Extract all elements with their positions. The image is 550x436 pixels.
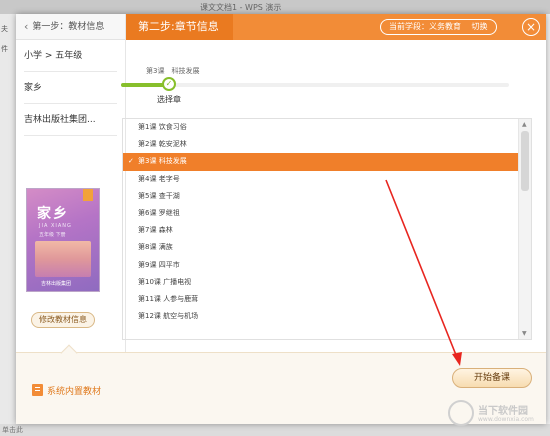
lesson-label: 第7课 [138,226,157,235]
lesson-row[interactable]: 第8课 满族 [123,239,519,256]
lesson-row[interactable]: 第6课 罗继祖 [123,205,519,222]
lesson-label: 第10课 [138,277,161,286]
lesson-label: 第12课 [138,312,161,321]
lesson-name: 广播电视 [163,277,192,286]
background-left-label: 夫 [1,25,8,33]
lesson-list-scrollbar[interactable]: ▲ ▼ [518,119,531,339]
lesson-name: 四平市 [158,260,180,269]
step2-label: 第二步:章节信息 [126,14,233,40]
lesson-name: 饮食习俗 [158,123,187,131]
progress-track [121,83,509,87]
scrollbar-thumb[interactable] [521,131,529,191]
lesson-name: 人参与鹿茸 [163,294,199,303]
watermark-title: 当下软件园 [478,406,528,417]
textbook-cover: 家乡 JIA XIANG 五年级 下册 吉林出版集团 [26,188,100,292]
lesson-name: 满族 [158,243,173,252]
book-grade: 五年级 下册 [39,232,66,238]
prepare-lesson-dialog: ‹ 第一步：教材信息 小学 > 五年级 家乡 吉林出版社集团... 家乡 JIA… [16,14,546,424]
lesson-row[interactable]: 第11课 人参与鹿茸 [123,291,519,308]
lesson-label: 第1课 [138,123,157,131]
scroll-down-icon[interactable]: ▼ [522,330,527,337]
lesson-row[interactable]: 第1课 饮食习俗 [123,119,519,136]
progress-caption: 选择章 [157,95,181,104]
lesson-label: 第3课 [138,157,157,166]
watermark-url: www.downxia.com [478,416,534,423]
book-publisher: 吉林出版集团 [41,281,72,287]
chevron-left-icon: ‹ [24,19,29,33]
lesson-list[interactable]: 第1课 饮食习俗 第2课 乾安泥林 ✓ 第3课 科技发展 第4课 老字号 第5课 查干湖第… [122,118,532,340]
book-icon [32,384,43,396]
lesson-row[interactable]: 第9课 四平市 [123,257,519,274]
lesson-name: 乾安泥林 [158,140,187,149]
lesson-name: 森林 [158,226,173,235]
start-prepare-button[interactable]: 开始备课 [452,368,532,388]
lesson-row[interactable]: 第4课 老字号 [123,171,519,188]
lesson-label: 第6课 [138,208,157,217]
school-stage-selector[interactable]: 当前学段：义务教育 切换 [380,19,497,35]
bookmark-decoration [83,189,93,201]
book-title: 家乡 [37,206,69,222]
lesson-name: 老字号 [158,174,180,183]
lesson-row[interactable]: ✓ 第3课 科技发展 [123,153,519,171]
textbook-name-info: 家乡 [24,72,117,104]
book-subtitle: JIA XIANG [39,223,72,229]
lesson-row[interactable]: 第10课 广播电视 [123,274,519,291]
edit-textbook-button[interactable]: 修改教材信息 [31,312,95,328]
book-cover-illustration [35,241,91,277]
school-stage-label: 当前学段：义务教育 [389,22,461,31]
lesson-label: 第5课 [138,191,157,200]
check-icon: ✓ [128,157,134,166]
publisher-info: 吉林出版社集团... [24,104,117,136]
watermark-logo [448,400,474,426]
lesson-row[interactable]: 第5课 查干湖 [123,188,519,205]
background-left-pane: 件 夫 [0,14,16,436]
lesson-label: 第9课 [138,260,157,269]
background-titlebar: 课文文档1 - WPS 演示 [0,0,550,14]
switch-link[interactable]: 切换 [472,22,488,31]
lesson-list-items: 第1课 饮食习俗 第2课 乾安泥林 ✓ 第3课 科技发展 第4课 老字号 第5课 查干湖第… [123,119,519,325]
lesson-row[interactable]: 第2课 乾安泥林 [123,136,519,153]
lesson-label: 第11课 [138,294,161,303]
lesson-name: 航空与机场 [163,312,199,321]
background-status-text: 单击此 [2,426,23,434]
textbook-info-panel: ‹ 第一步：教材信息 小学 > 五年级 家乡 吉林出版社集团... 家乡 JIA… [16,14,126,352]
lesson-row[interactable]: 第7课 森林 [123,222,519,239]
watermark: 当下软件园 www.downxia.com [444,398,544,432]
grade-info: 小学 > 五年级 [24,40,117,72]
lesson-label: 第2课 [138,140,157,149]
close-icon[interactable]: × [522,18,540,36]
lesson-label: 第8课 [138,243,157,252]
lesson-label: 第4课 [138,174,157,183]
lesson-name: 科技发展 [158,157,187,166]
system-textbook-link[interactable]: 系统内置教材 [47,384,101,397]
check-icon: ✓ [162,77,176,91]
chapter-header: 第二步:章节信息 当前学段：义务教育 切换 × [126,14,546,40]
step1-back-link[interactable]: ‹ 第一步：教材信息 [16,14,125,40]
lesson-row[interactable]: 第12课 航空与机场 [123,308,519,325]
step1-label: 第一步：教材信息 [32,21,105,32]
lesson-name: 罗继祖 [158,208,180,217]
background-left-label: 件 [1,45,8,53]
lesson-name: 查干湖 [158,191,180,200]
progress-current-lesson: 第3课 科技发展 [146,67,200,75]
scroll-up-icon[interactable]: ▲ [522,121,527,128]
background-title: 课文文档1 - WPS 演示 [200,3,282,12]
